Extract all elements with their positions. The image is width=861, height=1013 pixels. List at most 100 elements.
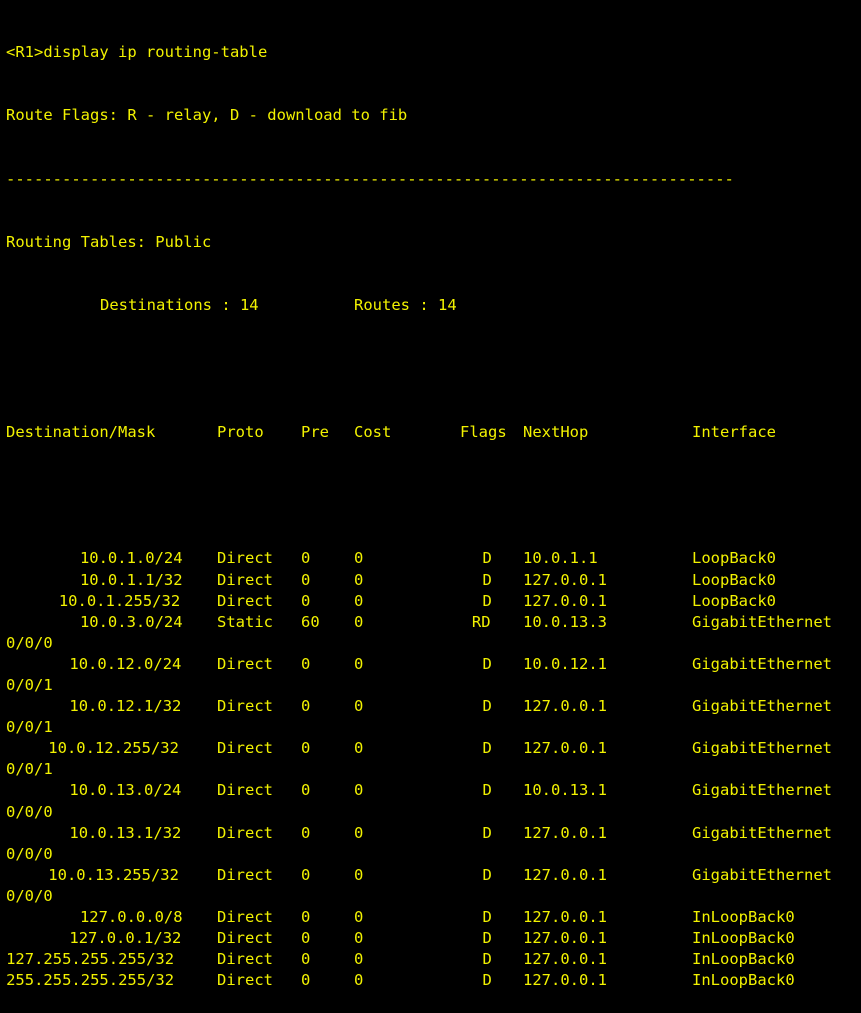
route-flags: RD	[471, 612, 491, 631]
route-proto: Direct	[217, 570, 273, 589]
route-flags: D	[482, 950, 492, 969]
terminal-window[interactable]: <R1>display ip routing-table Route Flags…	[0, 0, 861, 989]
route-destination: 10.0.12.255/32	[48, 739, 179, 758]
route-interface-continuation: 0/0/0	[6, 802, 53, 821]
route-cost: 0	[354, 865, 364, 884]
route-proto: Direct	[217, 865, 273, 884]
route-flags: D	[482, 739, 492, 758]
command-line: <R1>display ip routing-table	[0, 42, 861, 63]
table-row: 10.0.1.255/32 Direct 0 0 D 127.0.0.1 LoopBack0	[0, 591, 861, 612]
table-row-continuation: 0/0/0	[0, 844, 861, 865]
route-interface: GigabitEthernet	[692, 697, 832, 716]
table-row-continuation: 0/0/1	[0, 759, 861, 780]
route-nexthop: 127.0.0.1	[523, 908, 607, 927]
route-nexthop: 127.0.0.1	[523, 739, 607, 758]
route-interface-continuation: 0/0/0	[6, 844, 53, 863]
table-row: 10.0.13.255/32 Direct 0 0 D 127.0.0.1 GigabitE…	[0, 865, 861, 886]
table-row: 10.0.1.1/32 Direct 0 0 D 127.0.0.1 LoopBack0	[0, 570, 861, 591]
route-proto: Direct	[217, 971, 273, 990]
route-cost: 0	[354, 591, 364, 610]
separator: ----------------------------------------…	[6, 169, 734, 188]
route-cost: 0	[354, 908, 364, 927]
route-nexthop: 127.0.0.1	[523, 971, 607, 990]
header-pre: Pre	[301, 422, 329, 441]
table-row: 127.0.0.0/8 Direct 0 0 D 127.0.0.1 InLoopBack0	[0, 907, 861, 928]
route-proto: Direct	[217, 781, 273, 800]
route-flags: D	[482, 697, 492, 716]
route-proto: Static	[217, 612, 273, 631]
route-interface: GigabitEthernet	[692, 654, 832, 673]
route-destination: 10.0.3.0/24	[79, 612, 183, 631]
route-flags: D	[482, 908, 492, 927]
route-destination: 127.0.0.0/8	[79, 908, 183, 927]
route-proto: Direct	[217, 929, 273, 948]
route-cost: 0	[354, 950, 364, 969]
route-flags: D	[482, 591, 492, 610]
route-proto: Direct	[217, 697, 273, 716]
routes-count: Routes : 14	[354, 296, 457, 315]
route-destination: 10.0.1.0/24	[79, 549, 183, 568]
route-cost: 0	[354, 971, 364, 990]
route-cost: 0	[354, 612, 364, 631]
table-row: 10.0.12.1/32 Direct 0 0 D 127.0.0.1 GigabitEth…	[0, 696, 861, 717]
route-proto: Direct	[217, 950, 273, 969]
route-destination: 10.0.1.255/32	[58, 591, 181, 610]
route-pre: 0	[301, 570, 311, 589]
table-header: Destination/Mask Proto Pre Cost Flags Ne…	[0, 422, 861, 443]
route-interface: LoopBack0	[692, 570, 776, 589]
route-pre: 0	[301, 781, 311, 800]
summary-line: Destinations : 14 Routes : 14	[0, 295, 861, 316]
route-pre: 0	[301, 971, 311, 990]
command-prompt: <R1>display ip routing-table	[6, 43, 268, 62]
route-nexthop: 127.0.0.1	[523, 591, 607, 610]
route-nexthop: 127.0.0.1	[523, 950, 607, 969]
route-destination: 10.0.12.0/24	[69, 654, 182, 673]
table-row: 10.0.12.0/24 Direct 0 0 D 10.0.12.1 GigabitEth…	[0, 654, 861, 675]
route-nexthop: 127.0.0.1	[523, 697, 607, 716]
route-cost: 0	[354, 781, 364, 800]
header-cost: Cost	[354, 422, 392, 441]
route-proto: Direct	[217, 591, 273, 610]
table-row: 127.0.0.1/32 Direct 0 0 D 127.0.0.1 InLoopBack…	[0, 928, 861, 949]
table-row-continuation: 0/0/0	[0, 633, 861, 654]
route-cost: 0	[354, 549, 364, 568]
route-interface: InLoopBack0	[692, 908, 795, 927]
header-nexthop: NextHop	[523, 422, 589, 441]
header-proto: Proto	[217, 422, 264, 441]
tables-title-line: Routing Tables: Public	[0, 232, 861, 253]
route-nexthop: 127.0.0.1	[523, 865, 607, 884]
route-flags: D	[482, 570, 492, 589]
route-destination: 10.0.1.1/32	[79, 570, 183, 589]
table-row-continuation: 0/0/0	[0, 802, 861, 823]
route-interface-continuation: 0/0/1	[6, 718, 53, 737]
route-interface: GigabitEthernet	[692, 823, 832, 842]
route-destination: 10.0.13.1/32	[69, 823, 182, 842]
route-interface: InLoopBack0	[692, 929, 795, 948]
route-pre: 0	[301, 950, 311, 969]
table-row-continuation: 0/0/1	[0, 675, 861, 696]
route-nexthop: 127.0.0.1	[523, 823, 607, 842]
route-interface: LoopBack0	[692, 591, 776, 610]
table-row: 10.0.1.0/24 Direct 0 0 D 10.0.1.1 LoopBack0	[0, 548, 861, 569]
route-flags: D	[482, 865, 492, 884]
route-destination: 127.255.255.255/32	[6, 950, 175, 969]
route-destination: 10.0.13.255/32	[48, 865, 179, 884]
header-interface: Interface	[692, 422, 776, 441]
route-destination: 10.0.13.0/24	[69, 781, 182, 800]
route-proto: Direct	[217, 739, 273, 758]
route-flags-line: Route Flags: R - relay, D - download to …	[0, 105, 861, 126]
routing-tables-title: Routing Tables: Public	[6, 233, 212, 252]
route-nexthop: 127.0.0.1	[523, 929, 607, 948]
route-cost: 0	[354, 929, 364, 948]
route-cost: 0	[354, 739, 364, 758]
route-flags: D	[482, 929, 492, 948]
route-destination: 255.255.255.255/32	[6, 971, 175, 990]
table-row: 255.255.255.255/32 Direct 0 0 D 127.0.0.1 InLo…	[0, 970, 861, 991]
route-interface-continuation: 0/0/1	[6, 676, 53, 694]
route-pre: 0	[301, 697, 311, 716]
header-flags: Flags	[460, 422, 507, 441]
route-interface: GigabitEthernet	[692, 612, 832, 631]
route-pre: 0	[301, 823, 311, 842]
